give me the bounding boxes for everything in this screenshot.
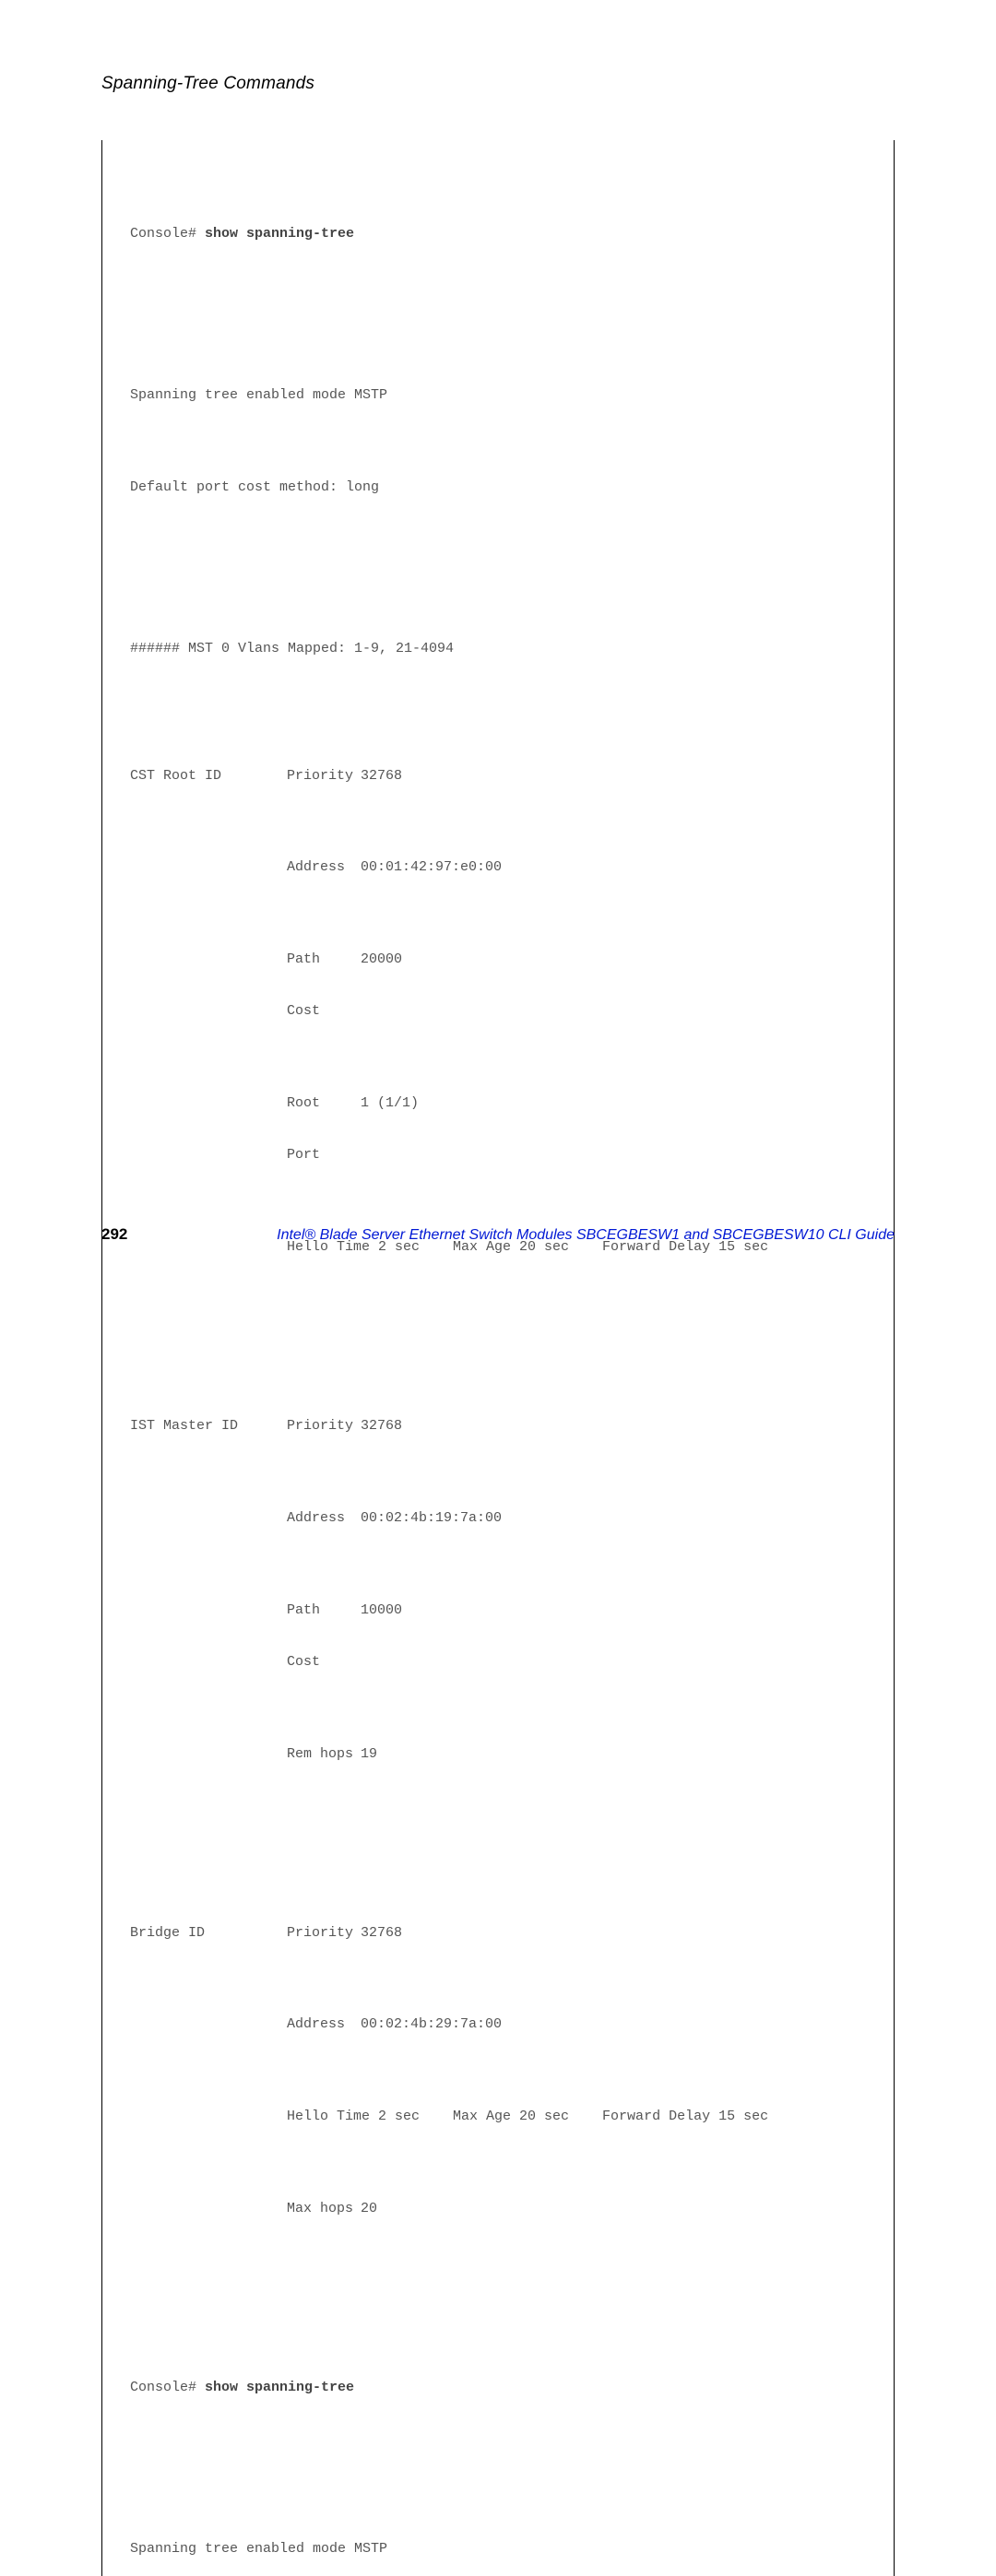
bridge-id-label: Bridge ID — [130, 1925, 287, 1943]
cst-root-id-rootport-row: Root 1 (1/1) — [130, 1095, 866, 1113]
address-key: Address — [287, 1510, 361, 1528]
timers-val: Hello Time 2 sec Max Age 20 sec Forward … — [287, 2109, 866, 2126]
cst-root-id-pathcost-row: Path 20000 — [130, 951, 866, 969]
cli-prompt: Console# — [130, 2380, 205, 2395]
address-key: Address — [287, 859, 361, 877]
ist-master-label: IST Master ID — [130, 1418, 287, 1436]
bridge-id-timers-row: Hello Time 2 sec Max Age 20 sec Forward … — [130, 2109, 866, 2126]
cst-root-id-rootport-row2: Port — [130, 1147, 866, 1164]
cli-output-box: Console# show spanning-tree Spanning tre… — [101, 140, 895, 2576]
mst-header: ###### MST 0 Vlans Mapped: 1-9, 21-4094 — [130, 641, 866, 658]
ist-master-pathcost-row: Path 10000 — [130, 1602, 866, 1620]
address-val: 00:02:4b:19:7a:00 — [361, 1510, 866, 1528]
bridge-id-priority-row: Bridge ID Priority 32768 — [130, 1925, 866, 1943]
cli-command: show spanning-tree — [205, 2380, 354, 2395]
ist-master-address-row: Address 00:02:4b:19:7a:00 — [130, 1510, 866, 1528]
priority-val: 32768 — [361, 1925, 866, 1943]
remhops-key: Rem hops — [287, 1746, 361, 1764]
address-val: 00:01:42:97:e0:00 — [361, 859, 866, 877]
pathcost-key2: Cost — [287, 1654, 361, 1672]
remhops-val: 19 — [361, 1746, 866, 1764]
bridge-id-maxhops-row: Max hops 20 — [130, 2201, 866, 2218]
mode-line: Spanning tree enabled mode MSTP — [130, 387, 866, 405]
page-number: 292 — [101, 1225, 127, 1244]
section-header: Spanning-Tree Commands — [101, 74, 895, 94]
rootport-key2: Port — [287, 1147, 361, 1164]
ist-master-remhops-row: Rem hops 19 — [130, 1746, 866, 1764]
mode-line-2: Spanning tree enabled mode MSTP — [130, 2541, 866, 2558]
cli-command-line-1: Console# show spanning-tree — [130, 226, 866, 243]
page: Spanning-Tree Commands Console# show spa… — [0, 0, 996, 1288]
pathcost-val: 20000 — [361, 951, 866, 969]
pathcost-key1: Path — [287, 951, 361, 969]
cost-method-line: Default port cost method: long — [130, 479, 866, 497]
rootport-key1: Root — [287, 1095, 361, 1113]
cli-prompt: Console# — [130, 226, 205, 242]
cst-root-id-address-row: Address 00:01:42:97:e0:00 — [130, 859, 866, 877]
priority-key: Priority — [287, 768, 361, 786]
pathcost-key2: Cost — [287, 1003, 361, 1021]
cst-root-id-label: CST Root ID — [130, 768, 287, 786]
bridge-id-address-row: Address 00:02:4b:29:7a:00 — [130, 2016, 866, 2034]
priority-key: Priority — [287, 1925, 361, 1943]
priority-val: 32768 — [361, 1418, 866, 1436]
ist-master-priority-row: IST Master ID Priority 32768 — [130, 1418, 866, 1436]
doc-title: Intel® Blade Server Ethernet Switch Modu… — [183, 1227, 895, 1244]
rootport-val: 1 (1/1) — [361, 1095, 866, 1113]
cli-command: show spanning-tree — [205, 226, 354, 242]
page-footer: 292 Intel® Blade Server Ethernet Switch … — [101, 1225, 895, 1244]
maxhops-key: Max hops — [287, 2201, 361, 2218]
priority-key: Priority — [287, 1418, 361, 1436]
priority-val: 32768 — [361, 768, 866, 786]
maxhops-val: 20 — [361, 2201, 866, 2218]
cst-root-id-priority-row: CST Root ID Priority 32768 — [130, 768, 866, 786]
address-val: 00:02:4b:29:7a:00 — [361, 2016, 866, 2034]
cst-root-id-pathcost-row2: Cost — [130, 1003, 866, 1021]
address-key: Address — [287, 2016, 361, 2034]
ist-master-pathcost-row2: Cost — [130, 1654, 866, 1672]
pathcost-val: 10000 — [361, 1602, 866, 1620]
cli-command-line-2: Console# show spanning-tree — [130, 2380, 866, 2397]
pathcost-key1: Path — [287, 1602, 361, 1620]
